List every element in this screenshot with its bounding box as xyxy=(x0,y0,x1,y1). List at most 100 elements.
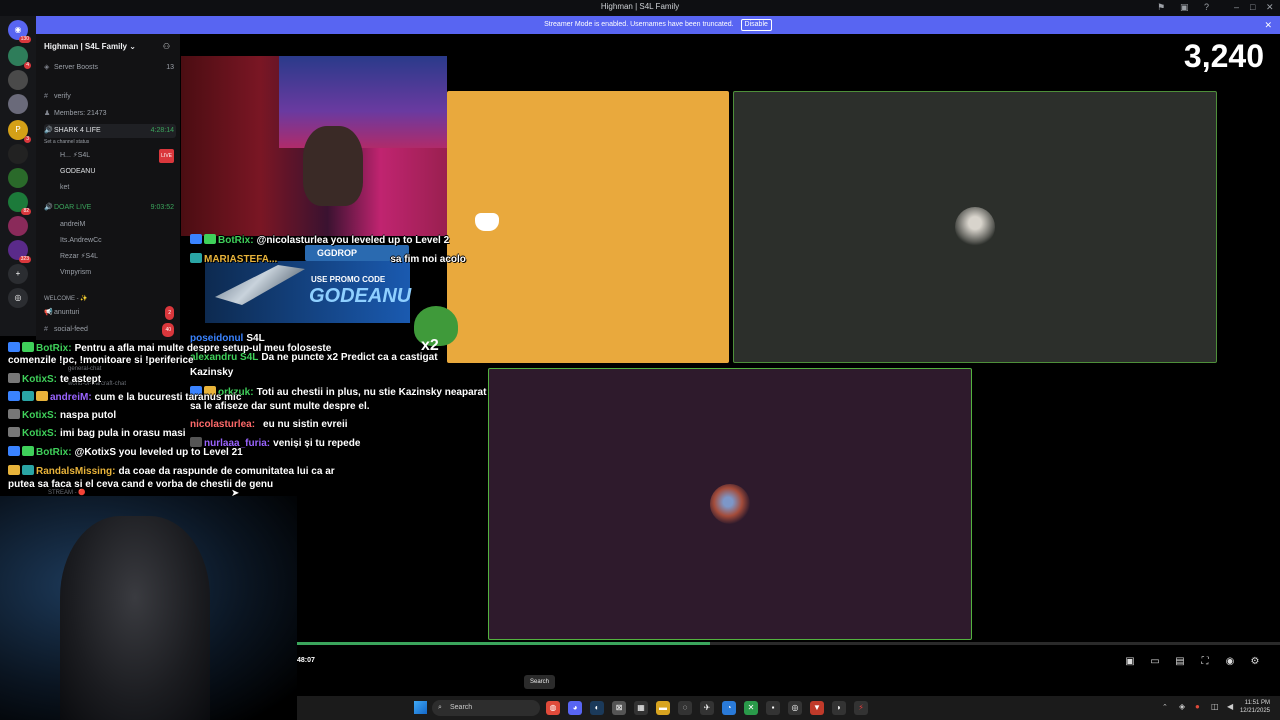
app-icon[interactable]: ◗ xyxy=(832,701,846,715)
voice-timer: 9:03:52 xyxy=(150,204,174,211)
app-icon[interactable]: ⊠ xyxy=(612,701,626,715)
discover-icon[interactable]: ◎ xyxy=(8,288,28,308)
discord-taskbar-icon[interactable]: ◕ xyxy=(568,701,582,715)
banner-text: Streamer Mode is enabled. Usernames have… xyxy=(544,21,734,28)
window-title: Highman | S4L Family xyxy=(600,2,680,11)
server-icon[interactable]: 4 xyxy=(8,46,31,69)
xbox-icon[interactable]: ✕ xyxy=(744,701,758,715)
badge-icon xyxy=(190,234,202,244)
badge-icon xyxy=(22,465,34,475)
banner-close-icon[interactable]: ✕ xyxy=(1264,16,1272,34)
tray-chevron-icon[interactable]: ⌃ xyxy=(1162,703,1168,711)
badge-icon xyxy=(8,391,20,401)
guild-header[interactable]: Highman | S4L Family ⌄ xyxy=(44,42,136,51)
chat-message: MARIASTEFA... sa fim noi acolo xyxy=(190,253,466,265)
home-server-icon[interactable]: ◉ 130 xyxy=(8,20,31,43)
server-boosts[interactable]: ◈ Server Boosts 13 xyxy=(44,61,176,75)
server-icon[interactable] xyxy=(8,216,28,236)
sub-icon xyxy=(36,391,48,401)
taskbar-search[interactable]: ⌕ Search xyxy=(432,700,540,716)
theater-mode-icon[interactable]: ▭ xyxy=(1149,656,1161,668)
search-tooltip: Search xyxy=(524,675,556,689)
maximize-icon[interactable]: □ xyxy=(1250,2,1255,12)
voice-user[interactable]: ket xyxy=(60,181,176,195)
windows-taskbar: ⌕ Search ◍ ◕ ◐ ⊠ ▦ ▬ ◌ ✈ ◔ ✕ ▪ ◎ ▼ ◗ ⚡ ⌃ … xyxy=(297,696,1280,720)
settings-gear-icon[interactable]: ⚙ xyxy=(1249,656,1261,668)
app-icon[interactable]: ▪ xyxy=(766,701,780,715)
server-icon[interactable] xyxy=(8,144,28,164)
badge-icon xyxy=(190,253,202,263)
discord-logo-icon xyxy=(475,213,499,231)
steam-icon[interactable]: ◐ xyxy=(590,701,604,715)
file-explorer-icon[interactable]: ▬ xyxy=(656,701,670,715)
server-icon[interactable]: P3 xyxy=(8,120,31,143)
chat-message: nicolasturlea: eu nu sistin evreii xyxy=(190,419,348,430)
category-welcome[interactable]: WELCOME - ✨ xyxy=(44,292,176,306)
badge-icon xyxy=(8,409,20,419)
voice-user[interactable]: andreiM xyxy=(60,218,176,232)
disable-button[interactable]: Disable xyxy=(740,19,772,31)
megaphone-icon: 📢 xyxy=(44,309,53,316)
channel-verify[interactable]: # verify xyxy=(44,90,176,104)
chrome-icon[interactable]: ◍ xyxy=(546,701,560,715)
minimize-icon[interactable]: – xyxy=(1234,2,1239,12)
voice-user[interactable]: Vmpyrism xyxy=(60,266,176,280)
server-icon[interactable] xyxy=(8,94,28,114)
channel-social-feed[interactable]: # social-feed 40 xyxy=(44,323,176,337)
member-count: ♟ Members: 21473 xyxy=(44,107,176,121)
app-icon[interactable]: ◔ xyxy=(722,701,736,715)
voice-user[interactable]: GODEANU xyxy=(60,165,176,179)
participant-tile[interactable] xyxy=(488,368,972,640)
app-icon[interactable]: ▦ xyxy=(634,701,648,715)
channel-anunturi[interactable]: 📢anunturi 2 xyxy=(44,306,176,320)
server-icon[interactable]: 82 xyxy=(8,192,31,215)
add-server-icon[interactable]: + xyxy=(8,264,28,284)
chat-message: BotRix: @nicolasturlea you leveled up to … xyxy=(190,234,449,246)
close-icon[interactable]: ✕ xyxy=(1266,2,1274,13)
progress-bar[interactable] xyxy=(297,642,1280,645)
volume-icon[interactable]: ◀ xyxy=(1227,702,1233,711)
monitor-icon[interactable]: ▣ xyxy=(1180,2,1189,13)
mention-badge: 3 xyxy=(24,136,31,143)
server-icon[interactable]: 323 xyxy=(8,240,31,263)
app-icon[interactable]: ✈ xyxy=(700,701,714,715)
chat-message-continuation: Kazinsky xyxy=(190,367,234,378)
voice-user[interactable]: Rezar ⚡S4L xyxy=(60,250,176,264)
streamer-figure xyxy=(60,516,210,720)
help-icon[interactable]: ? xyxy=(1204,2,1209,12)
brave-icon[interactable]: ▼ xyxy=(810,701,824,715)
channel-status[interactable]: Set a channel status xyxy=(44,135,176,149)
members-icon: ♟ xyxy=(44,110,51,117)
inbox-icon[interactable]: ⚑ xyxy=(1157,2,1165,13)
network-icon[interactable]: ◫ xyxy=(1211,702,1219,711)
webcam-overlay-bottom xyxy=(0,496,297,720)
unread-count: 2 xyxy=(165,306,174,320)
hash-icon: # xyxy=(44,326,48,333)
layout-icon[interactable]: ▤ xyxy=(1174,656,1186,668)
start-button[interactable] xyxy=(414,701,427,714)
picture-in-picture-icon[interactable]: ▣ xyxy=(1124,656,1136,668)
invite-icon[interactable]: ⚇ xyxy=(163,42,170,51)
clock-date: 12/21/2025 xyxy=(1239,708,1270,714)
badge-icon xyxy=(8,427,20,437)
tray-app-icon[interactable]: ◈ xyxy=(1179,702,1185,711)
fullscreen-icon[interactable]: ⛶ xyxy=(1199,656,1211,668)
participant-tile[interactable] xyxy=(733,91,1217,363)
cursor-icon: ➤ xyxy=(231,488,240,499)
obs-icon[interactable]: ◎ xyxy=(788,701,802,715)
participant-tile-screenshare[interactable] xyxy=(447,91,729,363)
server-icon[interactable] xyxy=(8,168,28,188)
server-icon[interactable] xyxy=(8,70,28,90)
channel-sidebar: Highman | S4L Family ⌄ ⚇ ◈ Server Boosts … xyxy=(36,34,180,340)
voice-channel-doar-live[interactable]: 🔊DOAR LIVE 9:03:52 xyxy=(44,201,176,215)
voice-user[interactable]: H... ⚡S4L LIVE xyxy=(60,149,176,163)
microphone-icon[interactable]: ● xyxy=(1195,702,1200,711)
clip-icon[interactable]: ◉ xyxy=(1224,656,1236,668)
chat-message: KotixS: naspa putol xyxy=(8,409,116,421)
voice-user[interactable]: Its.AndrewCc xyxy=(60,234,176,248)
app-icon[interactable]: ◌ xyxy=(678,701,692,715)
clock-time: 11:51 PM xyxy=(1244,700,1270,706)
app-icon[interactable]: ⚡ xyxy=(854,701,868,715)
clock[interactable]: 11:51 PM 12/21/2025 xyxy=(1240,699,1270,715)
mention-badge: 130 xyxy=(18,36,31,43)
